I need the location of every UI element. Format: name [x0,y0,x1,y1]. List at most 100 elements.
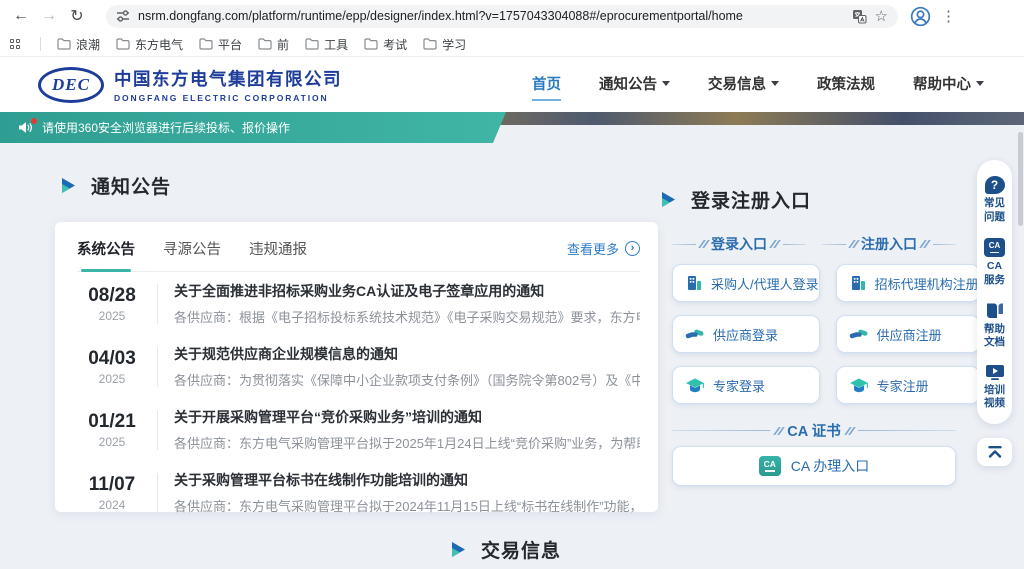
divider [157,410,158,450]
tune-icon [116,9,130,23]
bookmark-label: 东方电气 [135,36,183,53]
sidebar-item-faq[interactable]: ? 常见问题 [977,169,1012,231]
ca-badge-icon: CA [759,456,781,476]
ca-application-entry-button[interactable]: CA CA 办理入口 [672,446,956,486]
back-to-top-button[interactable] [977,438,1012,466]
url-text: nsrm.dongfang.com/platform/runtime/epp/d… [138,9,844,23]
profile-avatar-icon[interactable] [910,6,931,27]
notice-list-item[interactable]: 04/03 2025 关于规范供应商企业规模信息的通知 各供应商：为贯彻落实《保… [77,335,640,398]
entry-sub-headers: 登录入口 注册入口 [672,234,956,254]
folder-icon [57,38,71,50]
notice-date: 04/03 [77,348,147,370]
ca-icon: CA [984,238,1005,257]
bookmark-folder[interactable]: 工具 [305,36,348,53]
chevron-down-icon [976,81,984,86]
notice-date-block: 08/28 2025 [77,285,147,323]
notice-list-item[interactable]: 11/07 2024 关于采购管理平台标书在线制作功能培训的通知 各供应商：东方… [77,461,640,524]
bookmarks-bar: 浪潮 东方电气 平台 前 工具 考试 学习 [0,32,1024,57]
bookmark-folder[interactable]: 浪潮 [57,36,100,53]
graduation-cap-icon [849,377,869,394]
button-label: 供应商登录 [713,325,778,344]
document-icon [985,302,1005,320]
tab-system-notices[interactable]: 系统公告 [77,238,135,259]
divider [157,284,158,324]
url-bar[interactable]: nsrm.dongfang.com/platform/runtime/epp/d… [106,5,898,28]
main-nav: 首页 通知公告 交易信息 政策法规 帮助中心 [532,73,984,96]
expert-register-button[interactable]: 专家注册 [836,366,980,404]
bookmark-folder[interactable]: 考试 [364,36,407,53]
company-name-en: DONGFANG ELECTRIC CORPORATION [114,93,342,103]
trade-section-heading: 交易信息 [450,536,561,563]
bookmark-folder[interactable]: 学习 [423,36,466,53]
nav-item-policies[interactable]: 政策法规 [817,73,875,96]
bookmark-label: 平台 [218,36,242,53]
bookmark-folder[interactable]: 平台 [199,36,242,53]
nav-item-home[interactable]: 首页 [532,73,561,101]
tab-sourcing-notices[interactable]: 寻源公告 [163,238,221,259]
bookmark-folder[interactable]: 东方电气 [116,36,183,53]
entry-button-grid: 采购人/代理人登录 招标代理机构注册 供应商登录 [672,264,956,404]
question-icon: ? [985,176,1005,194]
sidebar-item-help-docs[interactable]: 帮助文档 [977,295,1012,357]
bookmark-star-icon[interactable]: ☆ [875,7,888,25]
login-section-heading: 登录注册入口 [660,186,811,213]
sidebar-item-ca-service[interactable]: CA CA服务 [977,231,1012,294]
reload-icon[interactable]: ↻ [64,3,90,29]
chevron-right-circle-icon: › [625,241,640,256]
notice-list-item[interactable]: 08/28 2025 关于全面推进非招标采购业务CA认证及电子签章应用的通知 各… [77,272,640,335]
scrollbar-thumb[interactable] [1018,132,1023,226]
notice-desc: 各供应商：东方电气采购管理平台拟于2024年11月15日上线“标书在线制作”功能… [174,496,640,515]
button-label: 专家注册 [877,376,929,395]
announcements-section-heading: 通知公告 [60,172,171,199]
building-icon [685,274,703,292]
page-content: 请使用360安全浏览器进行后续投标、报价操作 通知公告 系统公告 寻源公告 违规… [0,112,1024,569]
tab-violation-reports[interactable]: 违规通报 [249,238,307,259]
forward-icon[interactable]: → [36,3,62,29]
supplier-register-button[interactable]: 供应商注册 [836,315,980,353]
notice-year: 2025 [77,435,147,449]
nav-label: 通知公告 [599,73,657,94]
supplier-login-button[interactable]: 供应商登录 [672,315,820,353]
floating-side-widget: ? 常见问题 CA CA服务 帮助文档 培训视频 [977,160,1012,424]
login-entry-header: 登录入口 [672,234,806,254]
notification-dot [31,118,37,124]
divider-slashes [922,240,928,248]
notice-year: 2025 [77,309,147,323]
nav-item-announcements[interactable]: 通知公告 [599,73,670,96]
bidding-agency-register-button[interactable]: 招标代理机构注册 [836,264,980,302]
handshake-icon [849,327,869,342]
notice-desc: 各供应商：根据《电子招标投标系统技术规范》《电子采购交易规范》要求，东方电气采购… [174,307,640,326]
apps-grid-icon[interactable] [10,39,20,49]
nav-item-trade-info[interactable]: 交易信息 [708,73,779,96]
site-header: DEC 中国东方电气集团有限公司 DONGFANG ELECTRIC CORPO… [0,57,1024,112]
expert-login-button[interactable]: 专家登录 [672,366,820,404]
back-icon[interactable]: ← [8,3,34,29]
button-label: 招标代理机构注册 [875,274,979,293]
divider [157,347,158,387]
ca-badge-text: CA [764,460,776,469]
notice-date-block: 11/07 2024 [77,474,147,512]
register-entry-header: 注册入口 [822,234,956,254]
bookmark-folder[interactable]: 前 [258,36,289,53]
view-more-link[interactable]: 查看更多 › [567,239,640,258]
sidebar-item-label: 培训视频 [983,384,1007,411]
nav-item-help-center[interactable]: 帮助中心 [913,73,984,96]
divider-slashes [851,240,857,248]
arrow-up-to-line-icon [987,445,1003,459]
notice-desc: 各供应商：为贯彻落实《保障中小企业款项支付条例》（国务院令第802号）及《中小企… [174,370,640,389]
sidebar-item-label: 常见问题 [983,197,1007,224]
handshake-icon [685,327,705,342]
notice-list-item[interactable]: 01/21 2025 关于开展采购管理平台“竞价采购业务”培训的通知 各供应商：… [77,398,640,461]
dec-logo[interactable]: DEC [38,67,104,103]
translate-icon[interactable] [852,9,867,24]
arrow-right-icon [660,191,677,208]
browser-menu-icon[interactable]: ⋮ [941,7,956,25]
bookmark-label: 前 [277,36,289,53]
notice-date: 11/07 [77,474,147,496]
sidebar-item-training-videos[interactable]: 培训视频 [977,357,1012,418]
notice-desc: 各供应商：东方电气采购管理平台拟于2025年1月24日上线“竞价采购”业务，为帮… [174,433,640,452]
notice-title: 关于全面推进非招标采购业务CA认证及电子签章应用的通知 [174,281,640,301]
divider [40,37,41,51]
chevron-down-icon [662,81,670,86]
purchaser-agent-login-button[interactable]: 采购人/代理人登录 [672,264,820,302]
